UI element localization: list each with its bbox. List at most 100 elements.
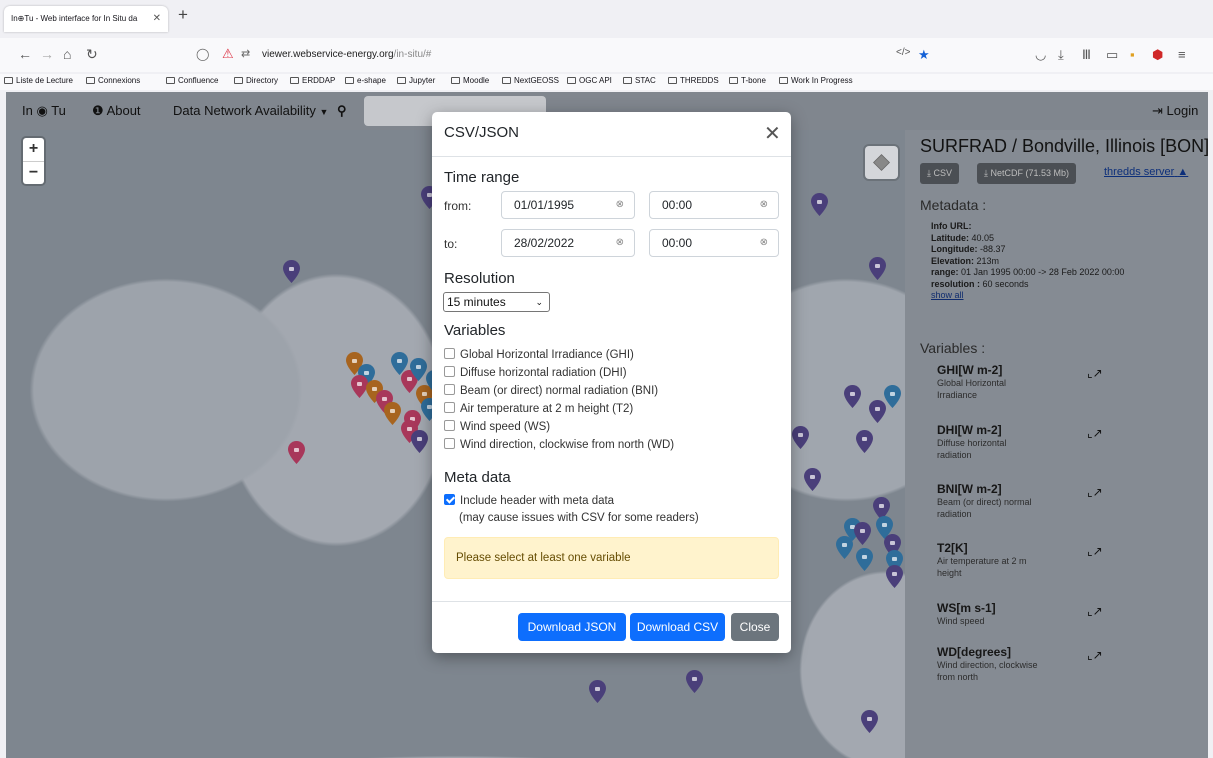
clear-icon[interactable]: ⊗	[616, 192, 624, 218]
bookmark-folder[interactable]: Jupyter	[397, 76, 435, 85]
from-date-input[interactable]: 01/01/1995 ⊗	[501, 191, 635, 219]
address-bar[interactable]: ◯ ⚠ ⇄ viewer.webservice-energy.org/in-si…	[196, 45, 886, 67]
map-marker-icon[interactable]	[686, 670, 703, 693]
new-tab-icon[interactable]: +	[178, 5, 188, 25]
map-marker-icon[interactable]	[283, 260, 300, 283]
about-link[interactable]: ❶ About	[92, 103, 141, 119]
map-marker-icon[interactable]	[411, 430, 428, 453]
variable-checkbox-bni[interactable]: Beam (or direct) normal radiation (BNI)	[444, 384, 658, 397]
bookmark-folder[interactable]: Connexions	[86, 76, 140, 85]
checkbox-checked[interactable]	[444, 494, 455, 505]
insecure-lock-icon[interactable]: ⚠	[222, 46, 234, 62]
map-marker-icon[interactable]	[410, 358, 427, 381]
bookmark-folder[interactable]: STAC	[623, 76, 656, 85]
bookmark-folder[interactable]: Directory	[234, 76, 278, 85]
map-marker-icon[interactable]	[884, 385, 901, 408]
variable-checkbox-wd[interactable]: Wind direction, clockwise from north (WD…	[444, 438, 674, 451]
bookmark-folder[interactable]: T-bone	[729, 76, 766, 85]
ublock-shield-icon[interactable]: ⬢	[1152, 47, 1163, 63]
resolution-select[interactable]: 15 minutes ⌄	[443, 292, 550, 312]
to-time-input[interactable]: 00:00 ⊗	[649, 229, 779, 257]
map-marker-icon[interactable]	[856, 548, 873, 571]
forward-icon[interactable]: →	[40, 46, 54, 62]
checkbox[interactable]	[444, 366, 455, 377]
show-all-link[interactable]: show all	[931, 290, 964, 300]
variable-checkbox-dhi[interactable]: Diffuse horizontal radiation (DHI)	[444, 366, 627, 379]
bookmark-folder[interactable]: OGC API	[567, 76, 612, 85]
login-link[interactable]: ⇥ Login	[1152, 103, 1198, 119]
menu-icon[interactable]: ≡	[1178, 47, 1186, 62]
checkbox[interactable]	[444, 438, 455, 449]
search-icon[interactable]: ⚲	[337, 103, 347, 119]
variable-checkbox-ws[interactable]: Wind speed (WS)	[444, 420, 550, 433]
map-marker-icon[interactable]	[886, 565, 903, 588]
bookmark-folder[interactable]: Work In Progress	[779, 76, 853, 85]
tracking-shield-icon[interactable]: ◯	[196, 47, 209, 61]
back-icon[interactable]: ←	[18, 46, 32, 62]
map-marker-icon[interactable]	[844, 385, 861, 408]
zoom-in-button[interactable]: +	[23, 138, 44, 161]
map-marker-icon[interactable]	[861, 710, 878, 733]
clear-icon[interactable]: ⊗	[616, 230, 624, 256]
checkbox[interactable]	[444, 384, 455, 395]
bookmark-folder[interactable]: Confluence	[166, 76, 218, 85]
bookmark-folder[interactable]: THREDDS	[668, 76, 719, 85]
library-icon[interactable]: Ⅲ	[1082, 47, 1091, 63]
checkbox[interactable]	[444, 402, 455, 413]
download-netcdf-button[interactable]: ⤓ NetCDF (71.53 Mb)	[977, 163, 1077, 184]
download-csv-button[interactable]: Download CSV	[630, 613, 725, 641]
map-marker-icon[interactable]	[856, 430, 873, 453]
network-dropdown[interactable]: Data Network Availability ▼	[173, 103, 328, 118]
chart-icon[interactable]: ⌞↗	[1087, 366, 1103, 380]
chart-icon[interactable]: ⌞↗	[1087, 426, 1103, 440]
map-marker-icon[interactable]	[869, 257, 886, 280]
zoom-out-button[interactable]: −	[23, 161, 44, 184]
map-marker-icon[interactable]	[792, 426, 809, 449]
station-title: SURFRAD / Bondville, Illinois [BON]	[920, 136, 1210, 156]
to-date-input[interactable]: 28/02/2022 ⊗	[501, 229, 635, 257]
bookmark-folder[interactable]: NextGEOSS	[502, 76, 559, 85]
tab-close-icon[interactable]: ✕	[153, 6, 161, 32]
reload-icon[interactable]: ↻	[86, 46, 98, 63]
chart-icon[interactable]: ⌞↗	[1087, 485, 1103, 499]
browser-tab[interactable]: In⊕Tu - Web interface for In Situ da ✕	[4, 6, 168, 32]
pocket-icon[interactable]: ◡	[1035, 47, 1046, 63]
bookmark-folder[interactable]: e-shape	[345, 76, 386, 85]
reader-code-icon[interactable]: </>	[896, 47, 910, 58]
download-csv-button[interactable]: ⤓ CSV	[920, 163, 960, 184]
thredds-server-link[interactable]: thredds server ▲	[1104, 166, 1188, 178]
chart-icon[interactable]: ⌞↗	[1087, 648, 1103, 662]
url-text[interactable]: viewer.webservice-energy.org/in-situ/#	[262, 49, 431, 60]
bookmark-folder[interactable]: Moodle	[451, 76, 489, 85]
variable-checkbox-t2[interactable]: Air temperature at 2 m height (T2)	[444, 402, 633, 415]
map-marker-icon[interactable]	[384, 402, 401, 425]
bookmark-folder[interactable]: Liste de Lecture	[4, 76, 73, 85]
checkbox[interactable]	[444, 420, 455, 431]
clear-icon[interactable]: ⊗	[760, 192, 768, 218]
extensions-icon[interactable]: ▪	[1130, 47, 1135, 62]
bookmark-folder[interactable]: ERDDAP	[290, 76, 335, 85]
map-marker-icon[interactable]	[288, 441, 305, 464]
permissions-icon[interactable]: ⇄	[241, 47, 250, 60]
home-icon[interactable]: ⌂	[63, 46, 71, 62]
sidebar-icon[interactable]: ▭	[1106, 47, 1118, 63]
download-json-button[interactable]: Download JSON	[518, 613, 626, 641]
chart-icon[interactable]: ⌞↗	[1087, 544, 1103, 558]
downloads-icon[interactable]: ⤓	[1058, 47, 1064, 63]
bookmark-star-icon[interactable]: ★	[918, 47, 930, 63]
brand-logo[interactable]: In ◉ Tu	[22, 103, 66, 119]
map-marker-icon[interactable]	[589, 680, 606, 703]
map-marker-icon[interactable]	[836, 536, 853, 559]
map-marker-icon[interactable]	[854, 522, 871, 545]
layers-button[interactable]	[865, 146, 898, 179]
include-meta-checkbox[interactable]: Include header with meta data	[444, 494, 614, 507]
map-marker-icon[interactable]	[804, 468, 821, 491]
map-marker-icon[interactable]	[811, 193, 828, 216]
close-icon[interactable]: ✕	[764, 121, 781, 146]
variable-checkbox-ghi[interactable]: Global Horizontal Irradiance (GHI)	[444, 348, 634, 361]
clear-icon[interactable]: ⊗	[760, 230, 768, 256]
from-time-input[interactable]: 00:00 ⊗	[649, 191, 779, 219]
checkbox[interactable]	[444, 348, 455, 359]
chart-icon[interactable]: ⌞↗	[1087, 604, 1103, 618]
close-button[interactable]: Close	[731, 613, 779, 641]
